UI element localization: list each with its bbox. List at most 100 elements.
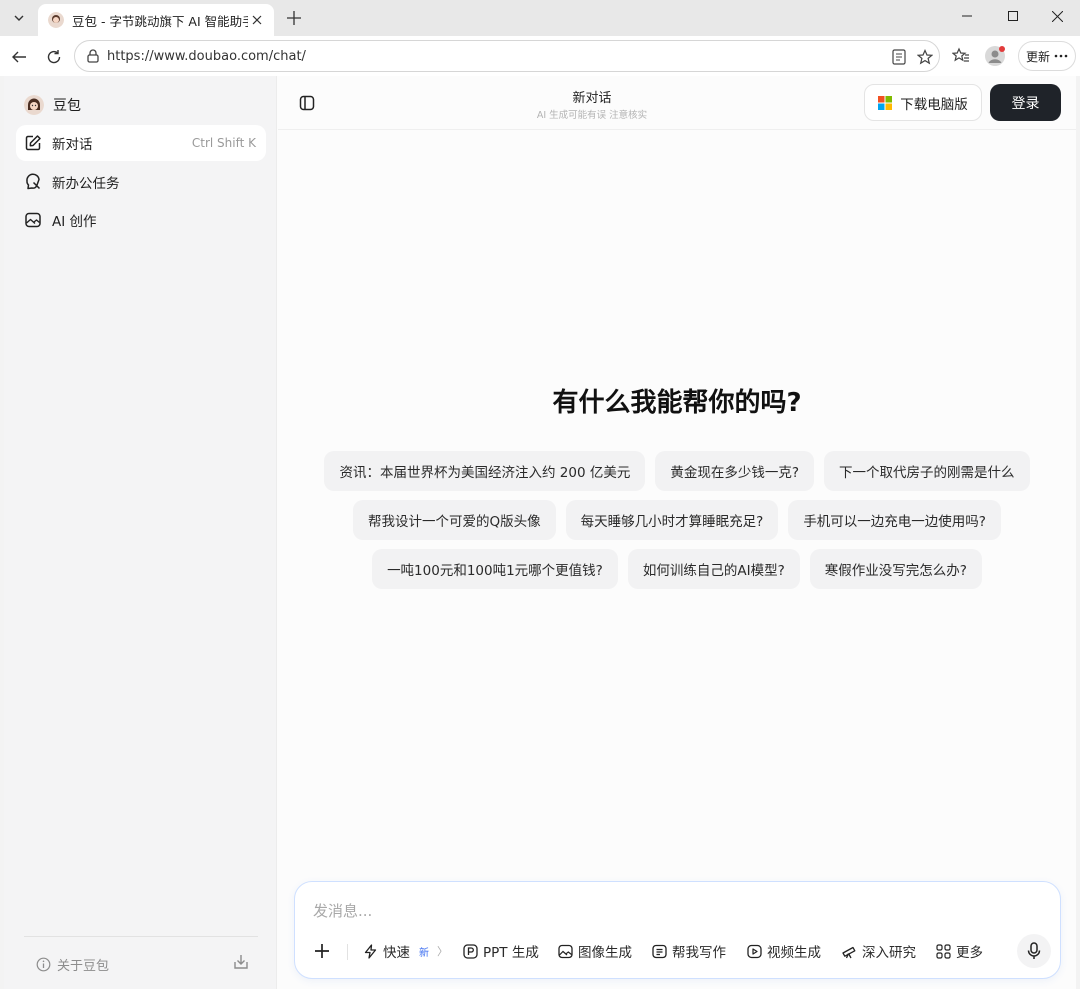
brand-name: 豆包 <box>53 98 81 114</box>
sidebar-item-label: 新办公任务 <box>52 176 120 192</box>
profile-button[interactable] <box>984 45 1006 67</box>
reload-icon <box>47 50 61 64</box>
lock-icon <box>87 49 99 63</box>
chevron-right-icon: 〉 <box>437 945 448 958</box>
url-text: https://www.doubao.com/chat/ <box>107 48 306 64</box>
suggestion-chip[interactable]: 如何训练自己的AI模型? <box>627 549 800 589</box>
chat-header: 新对话 AI 生成可能有误 注意核实 下载电脑版 登录 <box>278 76 1076 130</box>
suggestion-chip[interactable]: 黄金现在多少钱一克? <box>655 451 815 491</box>
download-desktop-button[interactable]: 下载电脑版 <box>864 84 982 121</box>
voice-input-button[interactable] <box>1017 934 1051 968</box>
ppt-generate-button[interactable]: PPT 生成 <box>463 940 539 962</box>
attach-button[interactable] <box>311 940 333 962</box>
chevron-down-icon <box>14 15 24 21</box>
update-button[interactable]: 更新 <box>1018 41 1076 71</box>
window-close-button[interactable] <box>1034 0 1080 32</box>
more-dots-icon <box>1054 54 1068 58</box>
favorite-button[interactable] <box>915 47 935 67</box>
suggestion-row: 资讯：本届世界杯为美国经济注入约 200 亿美元 黄金现在多少钱一克? 下一个取… <box>278 451 1076 491</box>
office-task-icon <box>26 173 41 190</box>
image-label: 图像生成 <box>578 945 632 961</box>
sidebar-item-label: AI 创作 <box>52 214 97 230</box>
download-app-button[interactable] <box>232 953 250 975</box>
writing-label: 帮我写作 <box>672 945 726 961</box>
sidebar-footer: 关于豆包 <box>24 936 258 984</box>
about-doubao-link[interactable]: 关于豆包 <box>36 955 109 974</box>
info-icon <box>36 957 51 972</box>
download-icon <box>234 955 248 969</box>
plus-icon <box>315 944 329 958</box>
more-tools-button[interactable]: 更多 <box>936 940 983 962</box>
minimize-button[interactable] <box>944 0 990 32</box>
writing-icon <box>652 944 667 958</box>
suggestion-chip[interactable]: 手机可以一边充电一边使用吗? <box>788 500 1001 540</box>
suggestion-chip[interactable]: 每天睡够几小时才算睡眠充足? <box>565 500 779 540</box>
suggestion-chip[interactable]: 资讯：本届世界杯为美国经济注入约 200 亿美元 <box>324 451 646 491</box>
lightning-icon <box>364 943 377 959</box>
maximize-icon <box>1008 11 1018 21</box>
image-icon <box>558 944 573 958</box>
arrow-left-icon <box>12 51 26 63</box>
message-composer[interactable]: 发消息... 快速 新 〉 PPT 生成 图像生成 帮我写作 视频生成 深入研究… <box>294 881 1061 979</box>
shortcut-hint: Ctrl Shift K <box>191 136 256 150</box>
address-bar: https://www.doubao.com/chat/ 更新 <box>0 36 1080 76</box>
doubao-page: 豆包 新对话 Ctrl Shift K 新办公任务 AI 创作 关于豆包 新对话… <box>4 76 1076 989</box>
message-input[interactable]: 发消息... <box>313 900 372 921</box>
close-icon <box>252 15 262 25</box>
image-generate-button[interactable]: 图像生成 <box>558 940 632 962</box>
ai-disclaimer: AI 生成可能有误 注意核实 <box>536 110 648 121</box>
profile-avatar-icon <box>985 46 1005 66</box>
tab-list-button[interactable] <box>6 5 32 31</box>
more-label: 更多 <box>956 945 983 961</box>
sidebar-item-office-task[interactable]: 新办公任务 <box>16 164 266 200</box>
favorites-button[interactable] <box>950 45 972 67</box>
video-generate-button[interactable]: 视频生成 <box>747 940 821 962</box>
maximize-button[interactable] <box>990 0 1036 32</box>
ppt-icon <box>463 943 478 959</box>
sidebar: 豆包 新对话 Ctrl Shift K 新办公任务 AI 创作 关于豆包 <box>4 76 277 989</box>
reload-button[interactable] <box>41 44 67 70</box>
new-tab-button[interactable] <box>282 6 306 30</box>
reader-mode-button[interactable] <box>889 47 909 67</box>
fast-mode-label: 快速 <box>383 945 410 961</box>
suggestion-chip[interactable]: 一吨100元和100吨1元哪个更值钱? <box>372 549 618 589</box>
minimize-icon <box>962 15 972 17</box>
welcome-heading: 有什么我能帮你的吗? <box>552 388 802 418</box>
url-field[interactable]: https://www.doubao.com/chat/ <box>74 40 940 72</box>
sidebar-item-new-chat[interactable]: 新对话 Ctrl Shift K <box>16 125 266 161</box>
sidebar-item-label: 新对话 <box>52 137 93 153</box>
image-create-icon <box>25 212 41 228</box>
back-button[interactable] <box>6 44 32 70</box>
sidebar-brand[interactable]: 豆包 <box>24 95 81 115</box>
toolbar-divider <box>347 944 348 960</box>
new-badge: 新 <box>419 947 429 959</box>
conversation-title: 新对话 <box>572 91 612 106</box>
telescope-icon <box>842 946 856 958</box>
deep-research-button[interactable]: 深入研究 <box>841 940 916 962</box>
suggestion-chip[interactable]: 寒假作业没写完怎么办? <box>809 549 982 589</box>
sidebar-item-ai-create[interactable]: AI 创作 <box>16 202 266 238</box>
doubao-avatar-icon <box>24 95 44 115</box>
login-button[interactable]: 登录 <box>990 84 1061 121</box>
star-icon <box>917 49 933 65</box>
grid-icon <box>936 943 951 959</box>
suggestion-chip[interactable]: 下一个取代房子的刚需是什么 <box>824 451 1030 491</box>
ppt-label: PPT 生成 <box>483 945 539 961</box>
doubao-favicon-icon <box>48 12 64 28</box>
windows-logo-icon <box>878 95 893 110</box>
fast-mode-button[interactable]: 快速 新 〉 <box>363 940 448 962</box>
browser-tab[interactable]: 豆包 - 字节跳动旗下 AI 智能助手 <box>38 4 274 36</box>
update-label: 更新 <box>1025 49 1050 64</box>
reader-icon <box>892 49 906 65</box>
download-desktop-label: 下载电脑版 <box>900 96 968 113</box>
suggestion-row: 一吨100元和100吨1元哪个更值钱? 如何训练自己的AI模型? 寒假作业没写完… <box>278 549 1076 589</box>
close-icon <box>1051 10 1063 22</box>
edit-icon <box>25 135 41 151</box>
research-label: 深入研究 <box>862 945 916 961</box>
writing-assist-button[interactable]: 帮我写作 <box>652 940 726 962</box>
tab-close-button[interactable] <box>248 11 266 29</box>
video-label: 视频生成 <box>767 945 821 961</box>
suggestion-row: 帮我设计一个可爱的Q版头像 每天睡够几小时才算睡眠充足? 手机可以一边充电一边使… <box>278 500 1076 540</box>
tab-title: 豆包 - 字节跳动旗下 AI 智能助手 <box>72 13 248 29</box>
suggestion-chip[interactable]: 帮我设计一个可爱的Q版头像 <box>353 500 556 540</box>
